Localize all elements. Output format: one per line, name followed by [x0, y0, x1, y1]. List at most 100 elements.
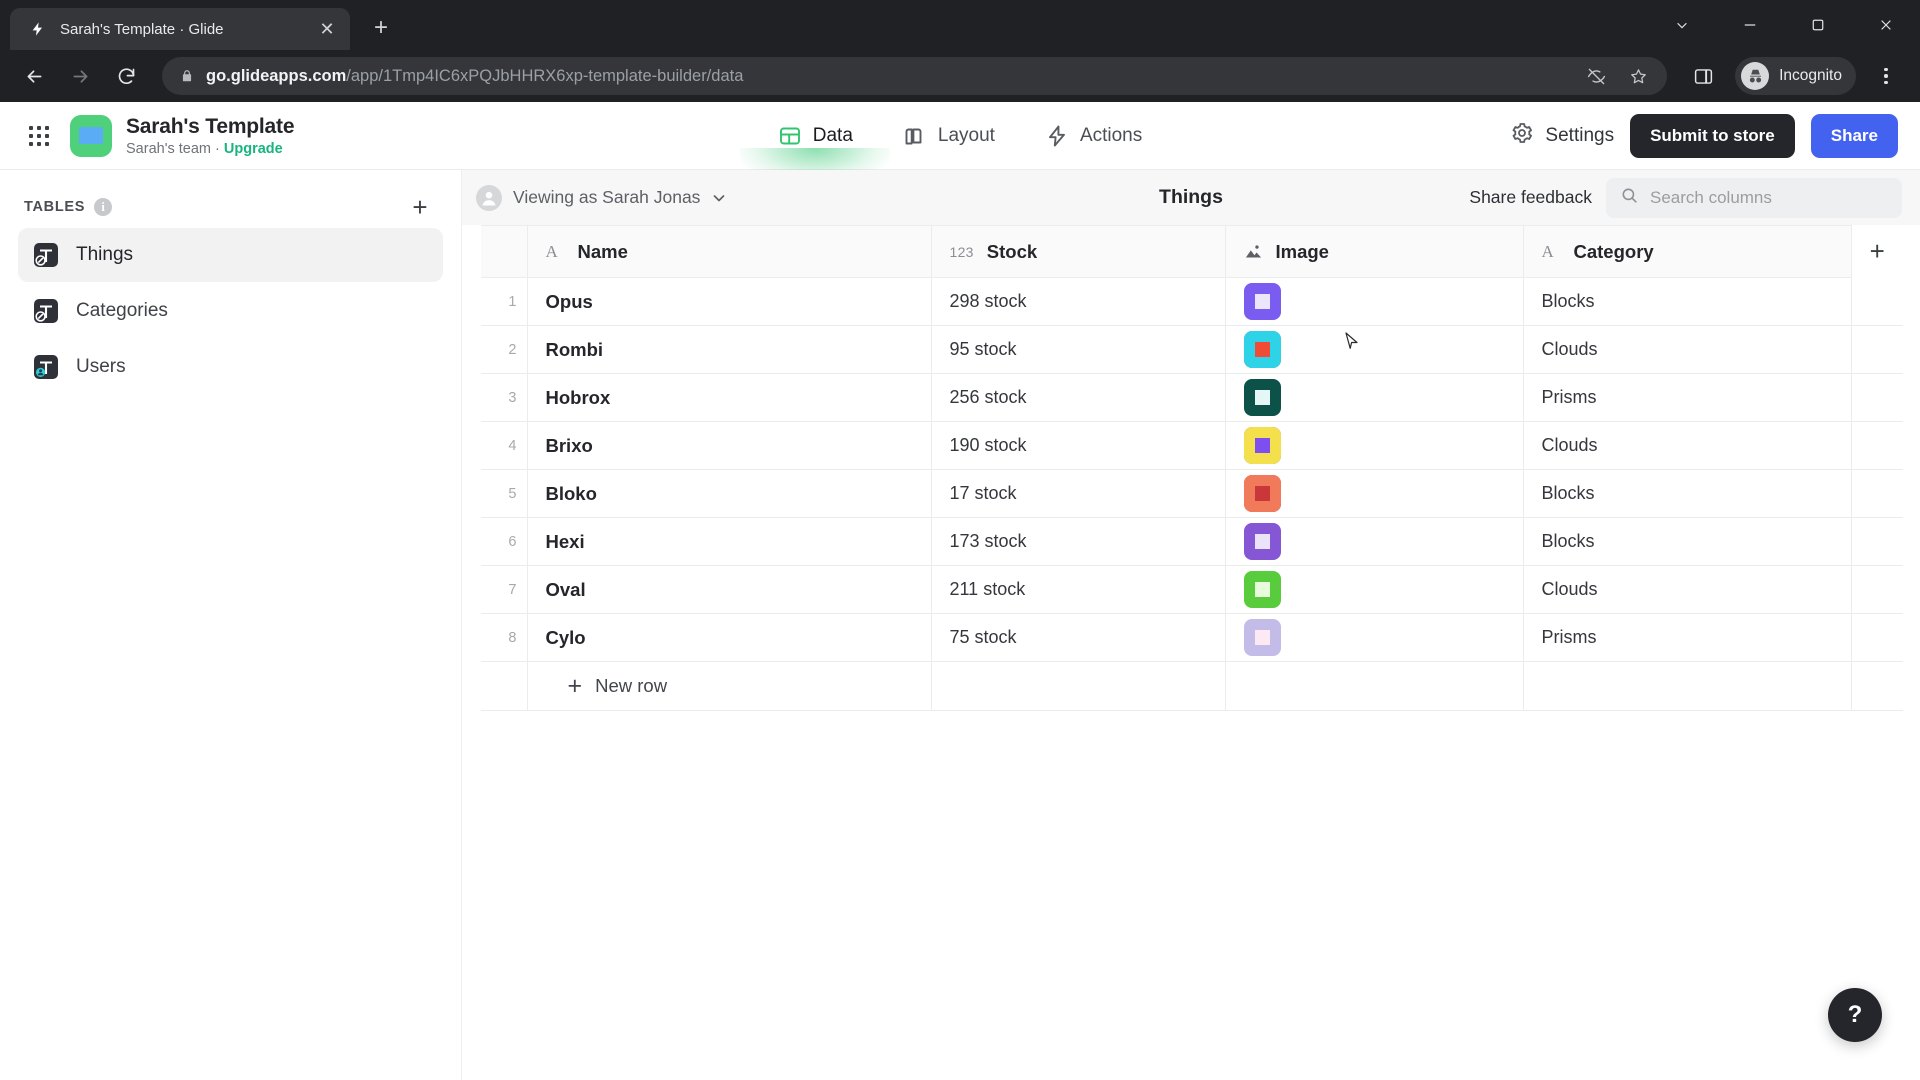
cell-category[interactable]: Prisms — [1524, 627, 1851, 648]
cell-category[interactable]: Clouds — [1524, 579, 1851, 600]
forward-button[interactable] — [60, 56, 100, 96]
cell-name[interactable]: Bloko — [528, 483, 931, 505]
address-bar[interactable]: go.glideapps.com/app/1Tmp4IC6xPQJbHHRX6x… — [162, 57, 1668, 95]
minimize-icon[interactable] — [1716, 0, 1784, 50]
table-row[interactable]: 1 Opus 298 stock Blocks — [481, 277, 1903, 326]
cell-stock[interactable]: 298 stock — [932, 291, 1225, 312]
sidebar-header: TABLES i + — [18, 186, 443, 228]
browser-toolbar: go.glideapps.com/app/1Tmp4IC6xPQJbHHRX6x… — [0, 50, 1920, 102]
row-number: 3 — [508, 389, 517, 406]
table-row[interactable]: 2 Rombi 95 stock Clouds — [481, 325, 1903, 374]
tab-actions[interactable]: Actions — [1043, 120, 1144, 152]
cell-image[interactable] — [1226, 427, 1523, 464]
table-row[interactable]: 5 Bloko 17 stock Blocks — [481, 469, 1903, 518]
thumbnail-image — [1243, 571, 1281, 608]
share-feedback-button[interactable]: Share feedback — [1469, 187, 1592, 208]
tab-actions-label: Actions — [1079, 124, 1143, 146]
cell-stock[interactable]: 95 stock — [932, 339, 1225, 360]
sidebar-item-categories[interactable]: Categories — [18, 284, 443, 338]
add-column-header[interactable]: + — [1851, 225, 1904, 278]
reload-button[interactable] — [106, 56, 146, 96]
cell-name[interactable]: Hobrox — [528, 387, 931, 409]
tab-layout[interactable]: Layout — [901, 120, 997, 152]
cell-category[interactable]: Clouds — [1524, 435, 1851, 456]
cell-stock[interactable]: 173 stock — [932, 531, 1225, 552]
sidebar-item-users[interactable]: Users — [18, 340, 443, 394]
table-body: 1 Opus 298 stock Blocks 2 Rombi 95 stock Clouds… — [481, 277, 1903, 711]
apps-grid-icon[interactable] — [22, 119, 56, 153]
cell-category[interactable]: Blocks — [1524, 483, 1851, 504]
chevron-down-icon — [711, 190, 727, 206]
column-header-name[interactable]: A Name — [527, 225, 932, 278]
submit-to-store-button[interactable]: Submit to store — [1630, 113, 1795, 158]
column-label: Category — [1573, 240, 1654, 262]
browser-menu-icon[interactable] — [1866, 56, 1906, 96]
cell-image[interactable] — [1226, 523, 1523, 560]
cell-category[interactable]: Blocks — [1524, 291, 1851, 312]
cell-stock[interactable]: 256 stock — [932, 387, 1225, 408]
no-tracking-icon[interactable] — [1581, 61, 1611, 91]
table-row[interactable]: 6 Hexi 173 stock Blocks — [481, 517, 1903, 566]
column-header-image[interactable]: Image — [1225, 225, 1524, 278]
search-columns-input[interactable]: Search columns — [1606, 177, 1902, 218]
cell-name[interactable]: Rombi — [528, 339, 931, 361]
help-button[interactable]: ? — [1828, 988, 1882, 1042]
app-subtitle: Sarah's team · Upgrade — [126, 141, 294, 157]
cell-category[interactable]: Clouds — [1524, 339, 1851, 360]
row-spacer — [1851, 421, 1903, 470]
row-spacer — [1851, 373, 1903, 422]
table-icon — [32, 297, 60, 325]
cell-name[interactable]: Brixo — [528, 435, 931, 457]
cell-category[interactable]: Prisms — [1524, 387, 1851, 408]
row-number: 6 — [508, 533, 517, 550]
cell-category[interactable]: Blocks — [1524, 531, 1851, 552]
table-row[interactable]: 8 Cylo 75 stock Prisms — [481, 613, 1903, 662]
cell-name[interactable]: Opus — [528, 291, 931, 313]
cell-name[interactable]: Oval — [528, 579, 931, 601]
team-name: Sarah's team — [126, 140, 211, 157]
profile-chip[interactable]: Incognito — [1735, 57, 1856, 95]
row-number: 4 — [508, 437, 517, 454]
cell-stock[interactable]: 190 stock — [932, 435, 1225, 456]
back-button[interactable] — [14, 56, 54, 96]
add-column-button[interactable]: + — [1852, 226, 1904, 278]
cell-image[interactable] — [1226, 283, 1523, 320]
lightning-bolt-icon — [1045, 124, 1069, 148]
column-header-stock[interactable]: 123 Stock — [931, 225, 1226, 278]
glide-bolt-icon — [28, 19, 48, 39]
add-table-button[interactable]: + — [403, 190, 437, 224]
cell-image[interactable] — [1226, 619, 1523, 656]
table-row[interactable]: 4 Brixo 190 stock Clouds — [481, 421, 1903, 470]
data-grid-panel: Viewing as Sarah Jonas Things Share feed… — [462, 170, 1920, 1080]
expand-icon[interactable] — [1648, 0, 1716, 50]
cell-stock[interactable]: 211 stock — [932, 579, 1225, 600]
cell-image[interactable] — [1226, 571, 1523, 608]
cell-image[interactable] — [1226, 331, 1523, 368]
table-row[interactable]: 7 Oval 211 stock Clouds — [481, 565, 1903, 614]
cell-image[interactable] — [1226, 475, 1523, 512]
cell-image[interactable] — [1226, 379, 1523, 416]
new-tab-button[interactable]: + — [362, 9, 400, 47]
viewing-as-selector[interactable]: Viewing as Sarah Jonas — [476, 184, 727, 211]
row-number: 7 — [508, 581, 517, 598]
window-close-icon[interactable] — [1852, 0, 1920, 50]
new-row-button[interactable]: + New row — [528, 662, 931, 710]
sidebar-item-things[interactable]: Things — [18, 228, 443, 282]
side-panel-icon[interactable] — [1683, 56, 1723, 96]
info-icon[interactable]: i — [94, 198, 113, 216]
browser-tab[interactable]: Sarah's Template · Glide ✕ — [10, 8, 350, 50]
maximize-icon[interactable] — [1784, 0, 1852, 50]
upgrade-link[interactable]: Upgrade — [224, 141, 283, 157]
cell-name[interactable]: Cylo — [528, 627, 931, 649]
cell-stock[interactable]: 75 stock — [932, 627, 1225, 648]
new-row[interactable]: + New row — [481, 661, 1903, 711]
close-icon[interactable]: ✕ — [314, 16, 340, 42]
tab-data[interactable]: Data — [740, 120, 891, 182]
cell-stock[interactable]: 17 stock — [932, 483, 1225, 504]
bookmark-star-icon[interactable] — [1623, 61, 1653, 91]
cell-name[interactable]: Hexi — [528, 531, 931, 553]
table-row[interactable]: 3 Hobrox 256 stock Prisms — [481, 373, 1903, 422]
settings-button[interactable]: Settings — [1510, 121, 1614, 151]
column-header-category[interactable]: A Category — [1523, 225, 1852, 278]
share-button[interactable]: Share — [1810, 113, 1898, 158]
